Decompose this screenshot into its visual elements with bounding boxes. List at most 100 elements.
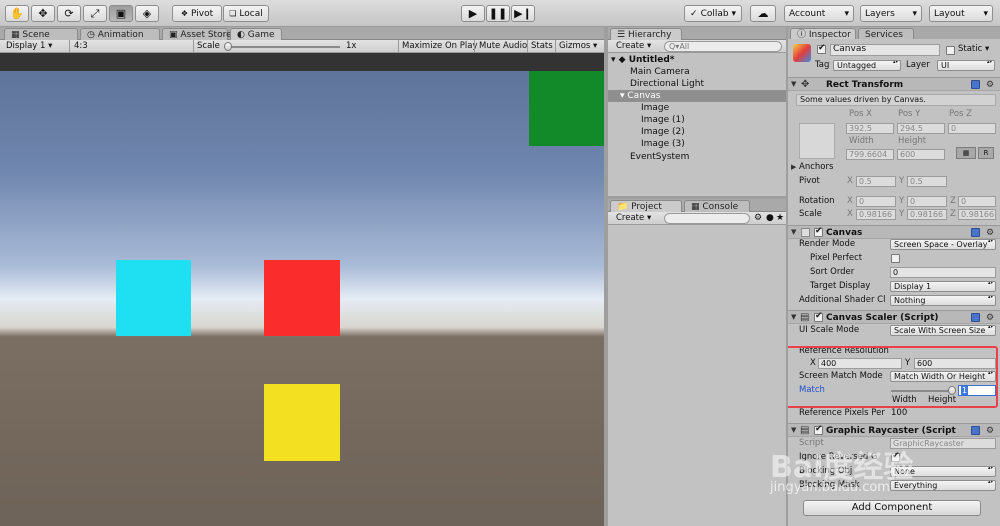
hierarchy-item-eventsystem[interactable]: EventSystem: [608, 151, 788, 163]
hierarchy-item-image[interactable]: Image: [608, 102, 788, 114]
play-button[interactable]: ▶: [461, 5, 485, 22]
canvas-component-header[interactable]: ▼ Canvas ⚙: [788, 225, 1000, 239]
target-display-row: Target Display Display 1: [788, 280, 1000, 293]
help-icon[interactable]: [971, 228, 980, 237]
pivot-toggle[interactable]: ❖ Pivot: [172, 5, 222, 22]
pixel-perfect-checkbox[interactable]: [891, 254, 900, 263]
tab-asset-store[interactable]: ▣ Asset Store: [162, 28, 232, 40]
cloud-button[interactable]: ☁: [750, 5, 776, 22]
gear-icon[interactable]: ⚙: [986, 80, 994, 90]
canvas-enabled-checkbox[interactable]: [814, 226, 823, 237]
collapse-arrow-icon[interactable]: ▼: [791, 78, 796, 91]
help-icon[interactable]: [971, 313, 980, 322]
static-checkbox[interactable]: [946, 46, 955, 55]
raw-edit-button[interactable]: R: [978, 147, 994, 159]
static-dropdown[interactable]: Static ▾: [958, 43, 989, 56]
scale-x-label: X: [847, 209, 853, 219]
aspect-dropdown[interactable]: 4:3: [74, 40, 88, 53]
scale-y-field: 0.98166: [907, 209, 947, 220]
rot-z-label: Z: [950, 196, 956, 206]
graphic-raycaster-header[interactable]: ▼ ▤ Graphic Raycaster (Script ⚙: [788, 423, 1000, 437]
hand-tool-icon[interactable]: ✋: [5, 5, 29, 22]
active-checkbox[interactable]: [817, 43, 826, 54]
layer-dropdown[interactable]: UI: [937, 60, 995, 71]
canvas-scaler-enabled-checkbox[interactable]: [814, 311, 823, 322]
gizmos-dropdown[interactable]: Gizmos ▾: [559, 40, 597, 53]
target-display-dropdown[interactable]: Display 1: [890, 281, 996, 292]
scene-root[interactable]: ▾ ◆ Untitled*: [608, 54, 788, 66]
tab-animation[interactable]: ◷ Animation: [80, 28, 160, 40]
hierarchy-item-image-2[interactable]: Image (2): [608, 126, 788, 138]
expand-arrow-icon[interactable]: ▶: [791, 161, 796, 174]
filter-by-label-icon[interactable]: ●: [766, 212, 774, 225]
collapse-arrow-icon[interactable]: ▼: [791, 311, 796, 324]
gear-icon[interactable]: ⚙: [986, 313, 994, 323]
tab-console[interactable]: ▦ Console: [684, 200, 750, 212]
rect-transform-header[interactable]: ▼ ✥ Rect Transform ⚙: [788, 77, 1000, 91]
render-mode-dropdown[interactable]: Screen Space - Overlay: [890, 239, 996, 250]
collapse-arrow-icon[interactable]: ▼: [791, 424, 796, 437]
anchor-presets-box[interactable]: [799, 123, 835, 159]
gear-icon[interactable]: ⚙: [986, 426, 994, 436]
help-icon[interactable]: [971, 426, 980, 435]
transform-tool-icon[interactable]: ◈: [135, 5, 159, 22]
rotate-tool-icon[interactable]: ⟳: [57, 5, 81, 22]
stats-toggle[interactable]: Stats: [531, 40, 553, 53]
step-button[interactable]: ▶❙: [511, 5, 535, 22]
target-display-label: Target Display: [810, 281, 871, 291]
scale-row: Scale X 0.98166 Y 0.98166 Z 0.98166: [788, 208, 1000, 221]
tab-project[interactable]: 📁 Project: [610, 200, 682, 212]
move-tool-icon[interactable]: ✥: [31, 5, 55, 22]
anchors-row[interactable]: ▶ Anchors: [788, 161, 1000, 174]
graphic-raycaster-enabled-checkbox[interactable]: [814, 424, 823, 435]
canvas-scaler-title: Canvas Scaler (Script): [826, 313, 939, 323]
hierarchy-item-main-camera[interactable]: Main Camera: [608, 66, 788, 78]
canvas-scaler-header[interactable]: ▼ ▤ Canvas Scaler (Script) ⚙: [788, 310, 1000, 324]
hierarchy-search-input[interactable]: Q▾All: [664, 41, 782, 52]
scale-value: 1x: [346, 41, 357, 51]
favorite-icon[interactable]: ★: [776, 212, 784, 225]
object-name-input[interactable]: Canvas: [830, 44, 940, 56]
account-dropdown[interactable]: Account ▾: [784, 5, 854, 22]
yellow-square: [264, 384, 340, 461]
shader-channels-dropdown[interactable]: Nothing: [890, 295, 996, 306]
scale-tool-icon[interactable]: ⤢: [83, 5, 107, 22]
layout-dropdown[interactable]: Layout ▾: [929, 5, 993, 22]
mute-audio-toggle[interactable]: Mute Audio: [479, 40, 527, 53]
hierarchy-create-button[interactable]: Create ▾: [616, 40, 651, 53]
width-field: 799.6604: [846, 149, 894, 160]
scale-label: Scale: [799, 209, 822, 219]
ui-scale-mode-dropdown[interactable]: Scale With Screen Size: [890, 325, 996, 336]
gear-icon[interactable]: ⚙: [986, 228, 994, 238]
ref-pixels-value[interactable]: 100: [891, 407, 907, 420]
help-icon[interactable]: [971, 80, 980, 89]
scale-slider-handle[interactable]: [224, 42, 232, 51]
separator: [398, 40, 399, 53]
maximize-on-play-toggle[interactable]: Maximize On Play: [402, 40, 477, 53]
collab-button[interactable]: ✓ Collab ▾: [684, 5, 742, 22]
sort-order-label: Sort Order: [810, 267, 855, 277]
tag-dropdown[interactable]: Untagged: [833, 60, 901, 71]
hierarchy-item-directional-light[interactable]: Directional Light: [608, 78, 788, 90]
rect-tool-icon[interactable]: ▣: [109, 5, 133, 22]
layers-dropdown[interactable]: Layers ▾: [860, 5, 922, 22]
add-component-button[interactable]: Add Component: [803, 500, 981, 516]
separator: [555, 40, 556, 53]
scale-slider-track[interactable]: [226, 46, 340, 48]
hierarchy-item-image-3[interactable]: Image (3): [608, 138, 788, 150]
local-toggle[interactable]: ❏ Local: [223, 5, 269, 22]
tab-game[interactable]: ◐ Game: [230, 28, 282, 40]
tab-scene[interactable]: ▦ Scene: [4, 28, 78, 40]
display-dropdown[interactable]: Display 1 ▾: [6, 40, 52, 53]
tab-hierarchy[interactable]: ☰ Hierarchy: [610, 28, 682, 40]
hierarchy-item-canvas[interactable]: ▾ Canvas: [608, 90, 788, 102]
blueprint-mode-icon[interactable]: ▦: [956, 147, 976, 159]
hierarchy-item-image-1[interactable]: Image (1): [608, 114, 788, 126]
pause-button[interactable]: ❚❚: [486, 5, 510, 22]
height-label: Height: [898, 136, 927, 146]
sort-order-field[interactable]: 0: [890, 267, 996, 278]
filter-by-type-icon[interactable]: ⚙: [754, 212, 762, 225]
project-create-button[interactable]: Create ▾: [616, 212, 651, 225]
project-search-input[interactable]: [664, 213, 750, 224]
game-viewport[interactable]: [0, 53, 604, 526]
